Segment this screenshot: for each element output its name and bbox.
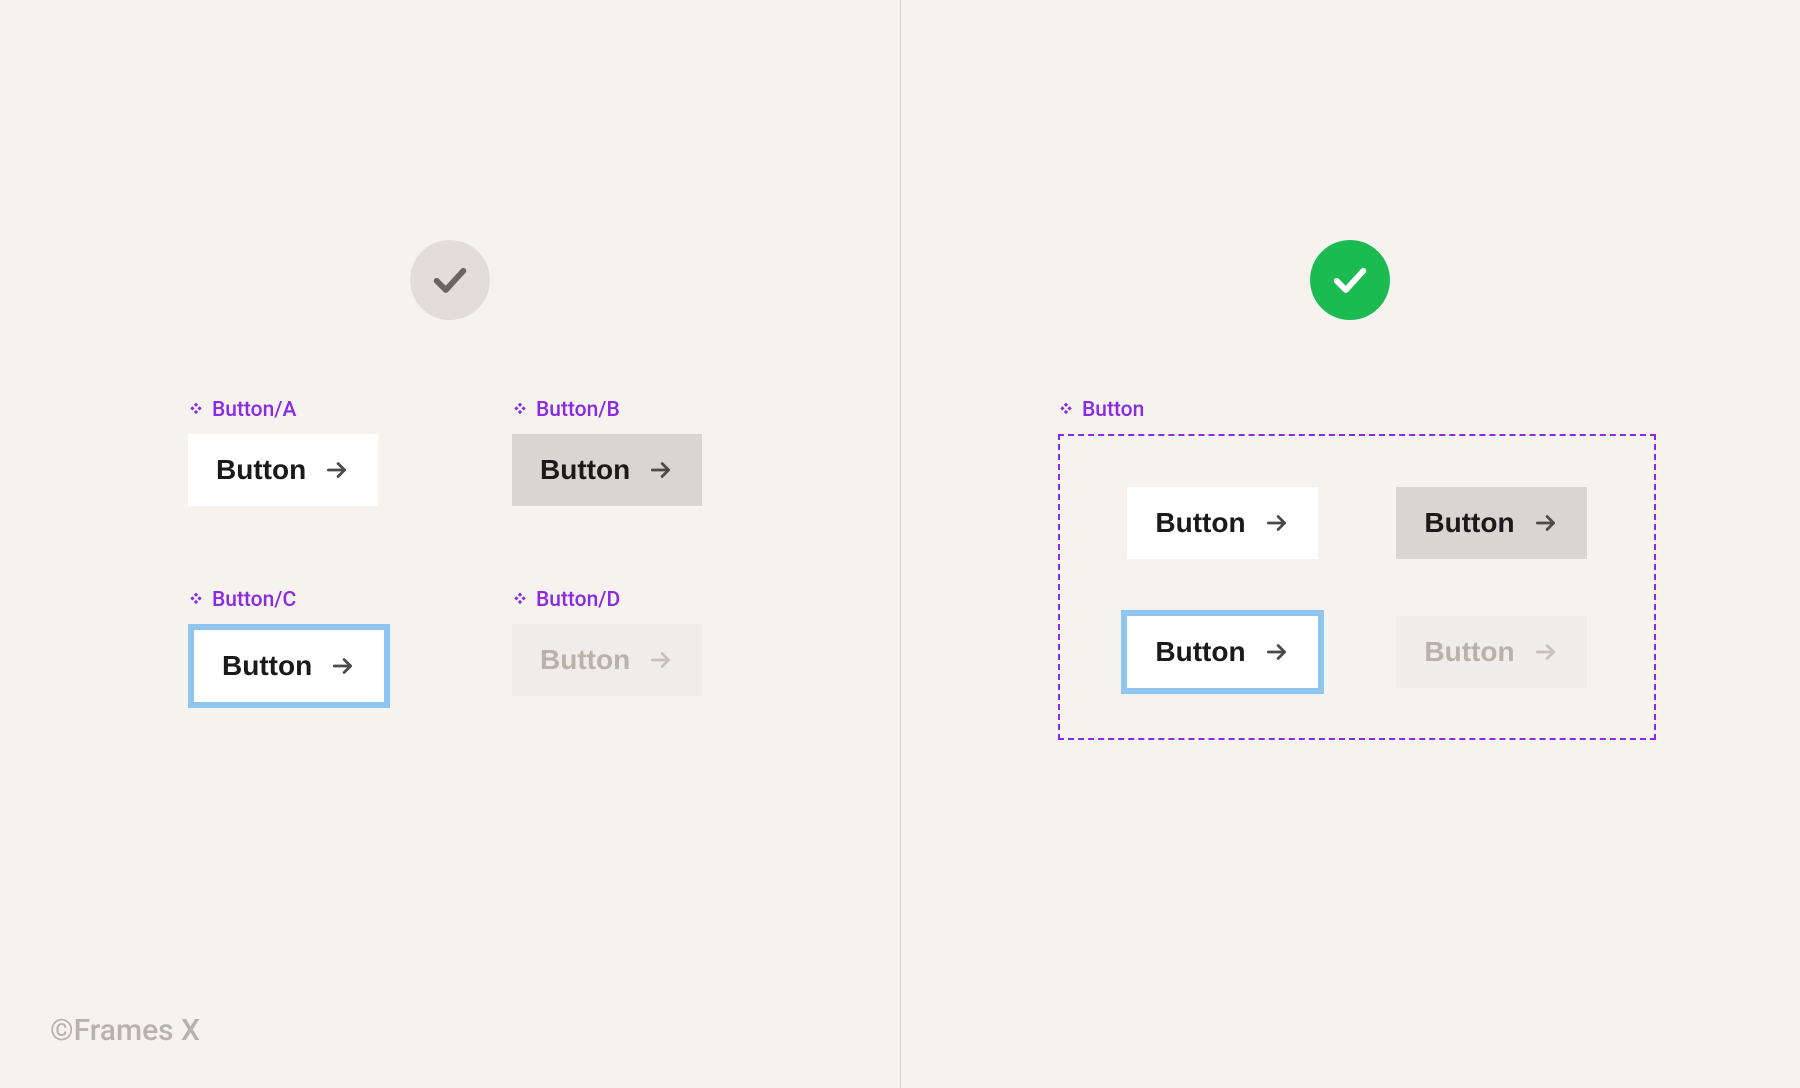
- status-badge-neutral: [410, 240, 490, 320]
- component-icon: [188, 592, 204, 608]
- button-label: Button: [1424, 636, 1514, 668]
- attribution: ©Frames X: [50, 1013, 200, 1048]
- component-cell-c: Button/C Button: [188, 588, 384, 702]
- button-variant-focus[interactable]: Button: [1127, 616, 1317, 688]
- component-label-a: Button/A: [188, 398, 378, 422]
- variants-container: Button Button Button Button: [1058, 434, 1656, 740]
- component-cell-d: Button/D Button: [512, 588, 702, 696]
- component-icon: [1058, 402, 1074, 418]
- button-variant-disabled: Button: [1396, 616, 1586, 688]
- arrow-right-icon: [330, 653, 356, 679]
- button-variant-hover[interactable]: Button: [512, 434, 702, 506]
- component-label-single: Button: [1058, 398, 1144, 422]
- component-icon: [512, 402, 528, 418]
- component-label-b: Button/B: [512, 398, 702, 422]
- component-icon: [512, 592, 528, 608]
- component-icon: [188, 402, 204, 418]
- component-label-text: Button/B: [536, 398, 620, 422]
- component-label-d: Button/D: [512, 588, 702, 612]
- button-label: Button: [1155, 507, 1245, 539]
- arrow-right-icon: [1533, 639, 1559, 665]
- component-label-text: Button/D: [536, 588, 620, 612]
- button-variant-disabled: Button: [512, 624, 702, 696]
- button-label: Button: [540, 454, 630, 486]
- arrow-right-icon: [648, 457, 674, 483]
- component-cell-a: Button/A Button: [188, 398, 378, 506]
- arrow-right-icon: [1264, 510, 1290, 536]
- component-cell-b: Button/B Button: [512, 398, 702, 506]
- check-icon: [430, 260, 470, 300]
- arrow-right-icon: [1533, 510, 1559, 536]
- button-label: Button: [540, 644, 630, 676]
- button-label: Button: [1424, 507, 1514, 539]
- button-variant-focus[interactable]: Button: [194, 630, 384, 702]
- arrow-right-icon: [1264, 639, 1290, 665]
- button-variant-default[interactable]: Button: [188, 434, 378, 506]
- component-label-text: Button/A: [212, 398, 296, 422]
- arrow-right-icon: [324, 457, 350, 483]
- panel-left: Button/A Button Button/B Button Button/C…: [0, 0, 900, 1088]
- check-icon: [1330, 260, 1370, 300]
- component-label-text: Button: [1082, 398, 1144, 422]
- arrow-right-icon: [648, 647, 674, 673]
- status-badge-good: [1310, 240, 1390, 320]
- button-variant-hover[interactable]: Button: [1396, 487, 1586, 559]
- component-label-c: Button/C: [188, 588, 384, 612]
- button-label: Button: [216, 454, 306, 486]
- button-variant-default[interactable]: Button: [1127, 487, 1317, 559]
- component-label-text: Button/C: [212, 588, 296, 612]
- button-label: Button: [222, 650, 312, 682]
- button-label: Button: [1155, 636, 1245, 668]
